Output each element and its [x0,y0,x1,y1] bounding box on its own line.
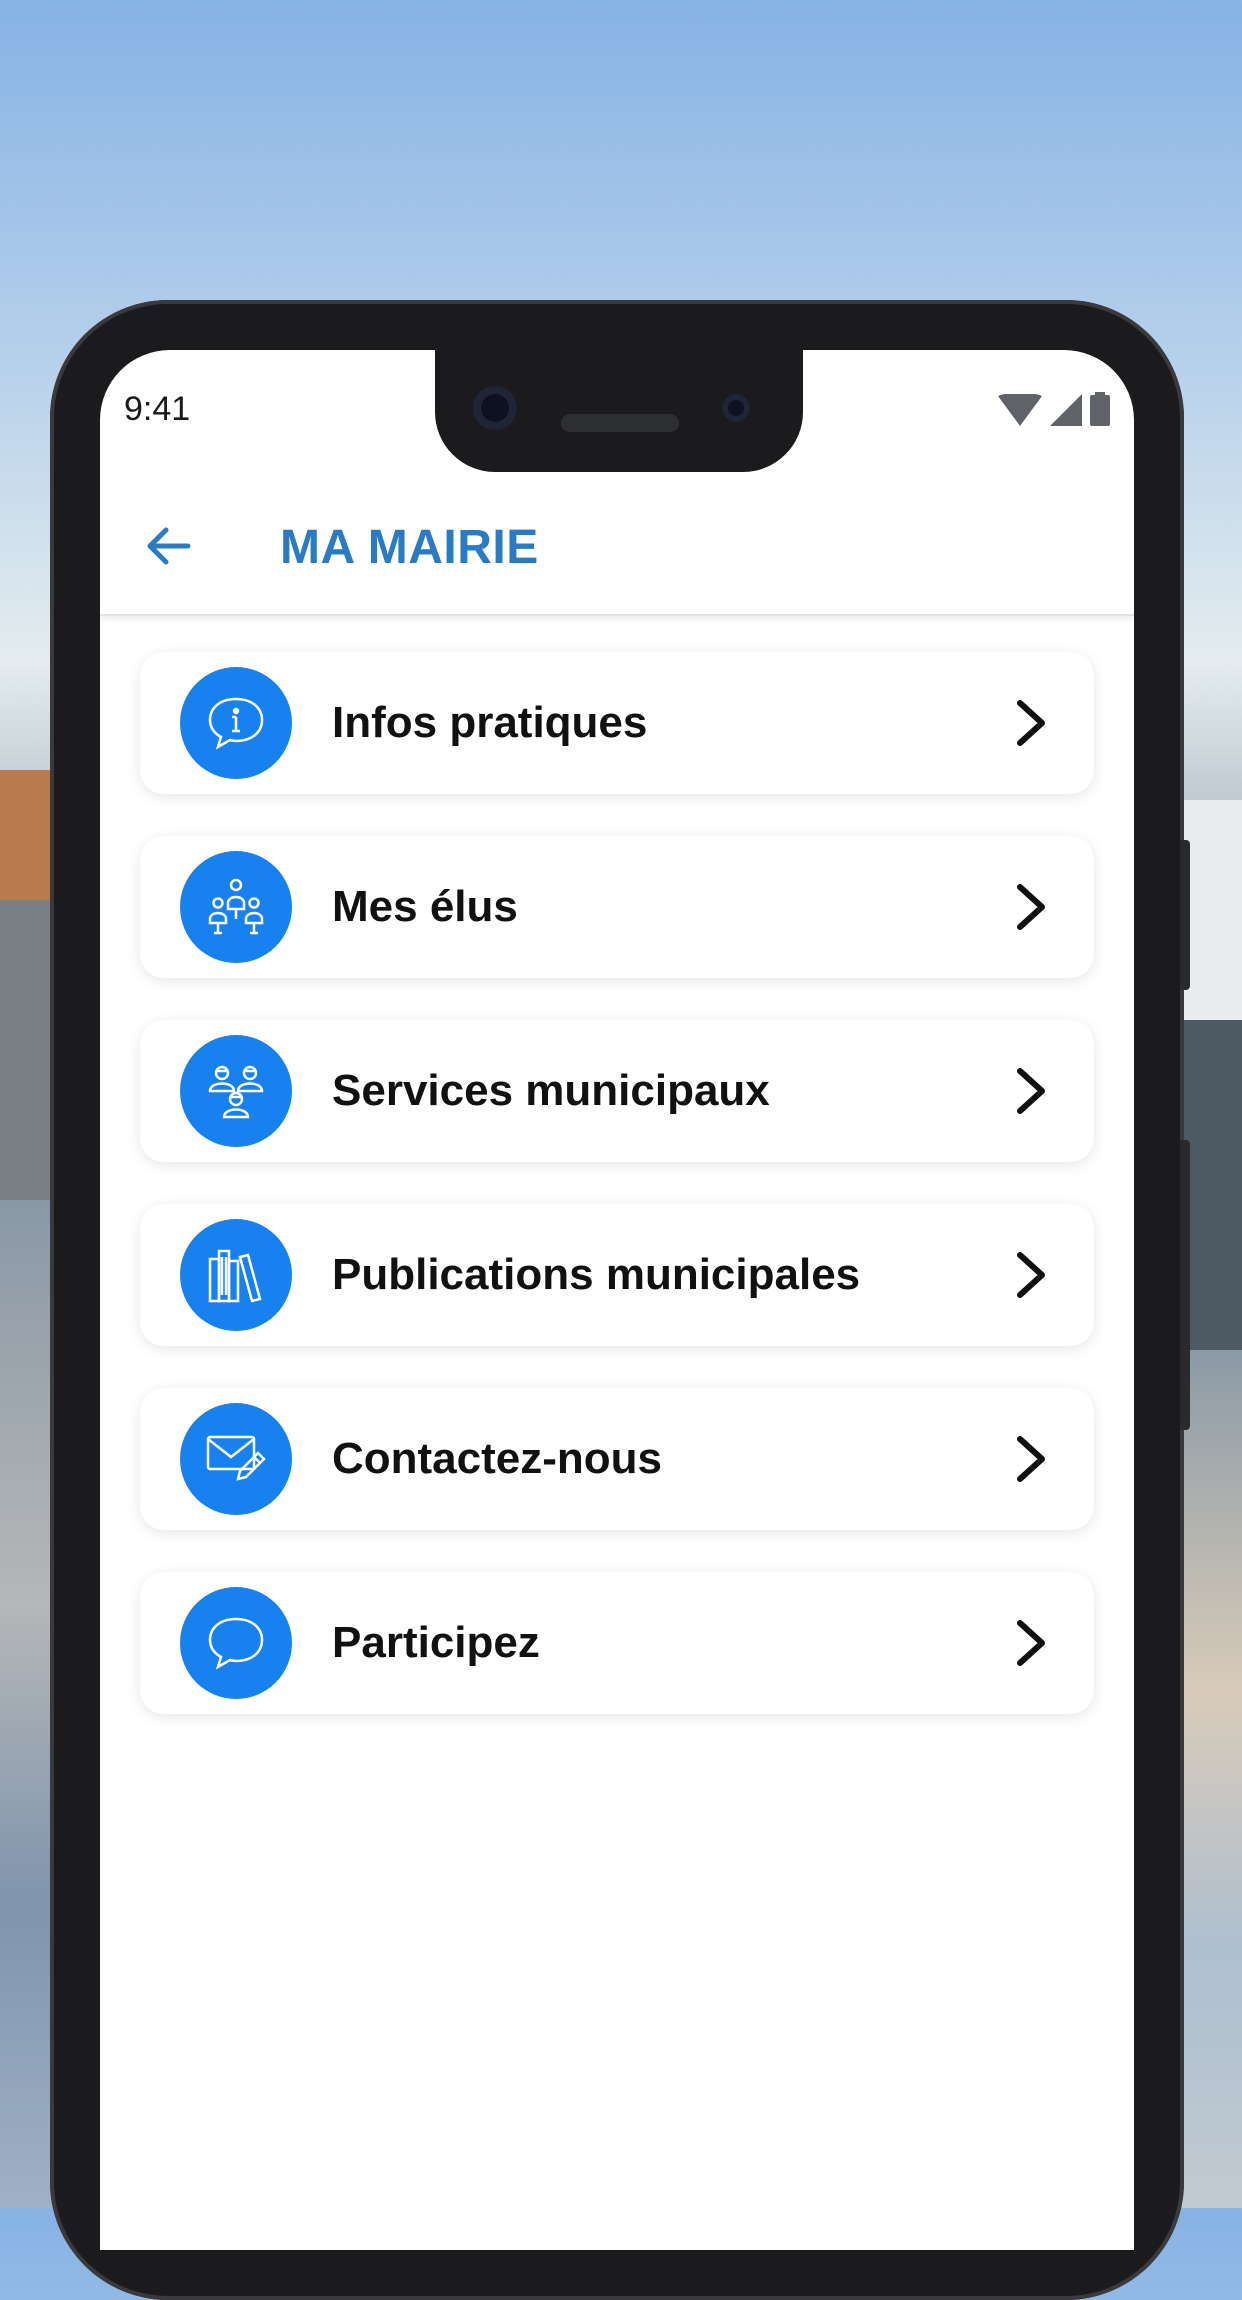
menu-item-mes-elus[interactable]: Mes élus [140,836,1094,978]
menu-item-infos-pratiques[interactable]: Infos pratiques [140,652,1094,794]
front-camera [473,386,517,430]
menu-item-label: Contactez-nous [332,1434,662,1483]
status-icons [998,392,1110,426]
staff-icon [180,1035,292,1147]
front-sensor [722,394,750,422]
chevron-right-icon [1017,884,1045,930]
status-time: 9:41 [124,390,191,428]
back-button[interactable] [140,518,196,574]
arrow-left-icon [147,527,191,565]
earpiece-speaker [561,414,679,432]
wifi-icon [998,394,1042,426]
menu-item-services-municipaux[interactable]: Services municipaux [140,1020,1094,1162]
menu-item-participez[interactable]: Participez [140,1572,1094,1714]
phone-volume-button [1180,1140,1190,1430]
chat-bubble-icon [180,1587,292,1699]
chevron-right-icon [1017,700,1045,746]
menu-item-label: Infos pratiques [332,698,648,747]
phone-power-button [1180,840,1190,990]
menu-item-contactez-nous[interactable]: Contactez-nous [140,1388,1094,1530]
chevron-right-icon [1017,1068,1045,1114]
people-group-icon [180,851,292,963]
books-icon [180,1219,292,1331]
page-title: MA MAIRIE [280,521,539,574]
menu-list: Infos pratiques Mes élus Services munici… [140,652,1094,1756]
camera-notch [435,350,803,472]
menu-item-label: Mes élus [332,882,518,931]
mail-edit-icon [180,1403,292,1515]
chevron-right-icon [1017,1620,1045,1666]
app-header: MA MAIRIE [100,490,1134,616]
menu-item-publications-municipales[interactable]: Publications municipales [140,1204,1094,1346]
cellular-signal-icon [1050,394,1082,426]
chevron-right-icon [1017,1436,1045,1482]
battery-icon [1090,392,1110,426]
menu-item-label: Services municipaux [332,1066,770,1115]
menu-item-label: Participez [332,1618,540,1667]
info-chat-icon [180,667,292,779]
chevron-right-icon [1017,1252,1045,1298]
phone-screen: 9:41 MA MAIRIE Infos pratiques Mes élus … [100,350,1134,2250]
menu-item-label: Publications municipales [332,1250,861,1299]
